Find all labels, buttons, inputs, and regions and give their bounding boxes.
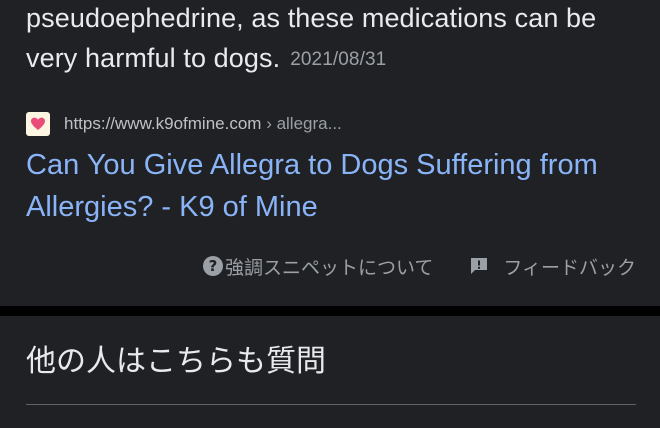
feedback-icon [469,256,489,276]
about-snippets-label: 強調スニペットについて [224,256,434,279]
feedback-label: フィードバック [503,256,636,279]
url-path: › allegra... [261,114,342,133]
help-icon: ? [202,256,223,276]
url-domain: https://www.k9ofmine.com [64,114,262,133]
divider [26,404,636,405]
result-title-link[interactable]: Can You Give Allegra to Dogs Suffering f… [26,144,636,228]
people-also-ask-heading: 他の人はこちらも質問 [26,344,326,379]
featured-snippet-text: pseudoephedrine, as these medications ca… [26,0,646,80]
heart-favicon-icon [26,112,50,136]
result-source[interactable]: https://www.k9ofmine.com › allegra... [26,110,342,138]
about-featured-snippets-link[interactable]: ? 強調スニペットについて [202,253,434,280]
feedback-button[interactable]: フィードバック [469,253,636,280]
snippet-date: 2021/08/31 [290,49,387,70]
card-separator [0,306,660,316]
result-url: https://www.k9ofmine.com › allegra... [64,114,342,134]
snippet-footer: ? 強調スニペットについて フィードバック [202,250,636,282]
